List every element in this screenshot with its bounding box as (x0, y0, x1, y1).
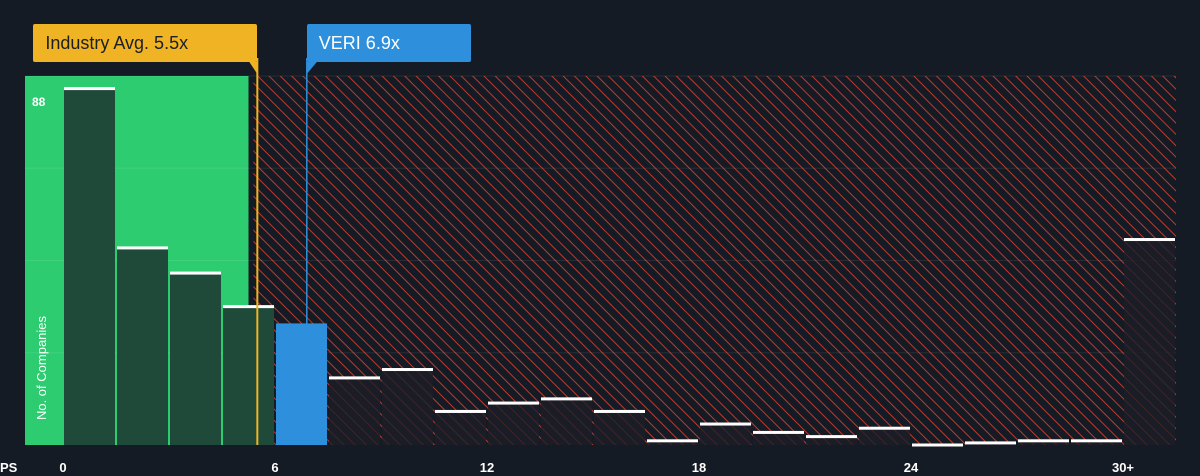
histogram-bar-15 (859, 428, 910, 445)
histogram-bar-cap-0 (64, 87, 115, 91)
histogram-bar-10 (594, 411, 645, 445)
histogram-bar-cap-11 (647, 439, 698, 443)
histogram-bar-cap-3 (223, 305, 274, 309)
histogram-bar-cap-14 (806, 435, 857, 439)
histogram-bar-cap-15 (859, 426, 910, 430)
company-label: VERI 6.9x (318, 33, 400, 53)
histogram-bar-2 (170, 273, 221, 445)
histogram-bar-cap-19 (1071, 439, 1122, 443)
histogram-bar-8 (488, 403, 539, 445)
histogram-bar-cap-18 (1018, 439, 1069, 443)
histogram-bar-20 (1124, 239, 1175, 445)
company-callout: VERI 6.9x (306, 24, 471, 62)
industry-callout-tail (249, 62, 258, 74)
histogram-bar-cap-7 (435, 409, 486, 413)
histogram-bar-cap-9 (541, 397, 592, 401)
histogram-bar-4 (276, 323, 327, 445)
histogram-bar-13 (753, 432, 804, 445)
histogram-bar-cap-10 (594, 409, 645, 413)
histogram-bar-7 (435, 411, 486, 445)
x-tick-label-3: 18 (692, 460, 706, 475)
industry-average-label: Industry Avg. 5.5x (45, 33, 189, 53)
y-max-label: 88 (32, 95, 46, 109)
x-tick-label-4: 24 (904, 460, 919, 475)
histogram-bar-cap-6 (382, 368, 433, 372)
industry-average-callout: Industry Avg. 5.5x (33, 24, 258, 62)
histogram-bar-cap-1 (117, 246, 168, 250)
histogram-bar-cap-5 (329, 376, 380, 380)
company-callout-tail (306, 62, 317, 74)
x-tick-label-2: 12 (480, 460, 494, 475)
x-tick-label-1: 6 (271, 460, 278, 475)
x-axis-label: PS (0, 460, 18, 475)
histogram-bar-cap-12 (700, 422, 751, 426)
histogram-bar-cap-13 (753, 430, 804, 434)
ps-histogram-chart: 88 No. of Companies PS 0 6 12 18 24 30+ (0, 58, 1177, 475)
histogram-bar-3 (223, 306, 274, 445)
histogram-bar-1 (117, 247, 168, 445)
histogram-bar-6 (382, 369, 433, 445)
histogram-bar-cap-20 (1124, 238, 1175, 242)
y-axis-label: No. of Companies (34, 315, 49, 420)
histogram-bar-cap-8 (488, 401, 539, 405)
histogram-bar-cap-16 (912, 443, 963, 447)
x-tick-label-5: 30+ (1112, 460, 1134, 475)
histogram-bar-cap-17 (965, 441, 1016, 445)
histogram-bar-5 (329, 377, 380, 445)
histogram-bar-12 (700, 424, 751, 445)
histogram-bar-0 (64, 88, 115, 446)
histogram-bar-cap-2 (170, 271, 221, 275)
x-tick-label-0: 0 (59, 460, 66, 475)
histogram-bar-9 (541, 398, 592, 445)
